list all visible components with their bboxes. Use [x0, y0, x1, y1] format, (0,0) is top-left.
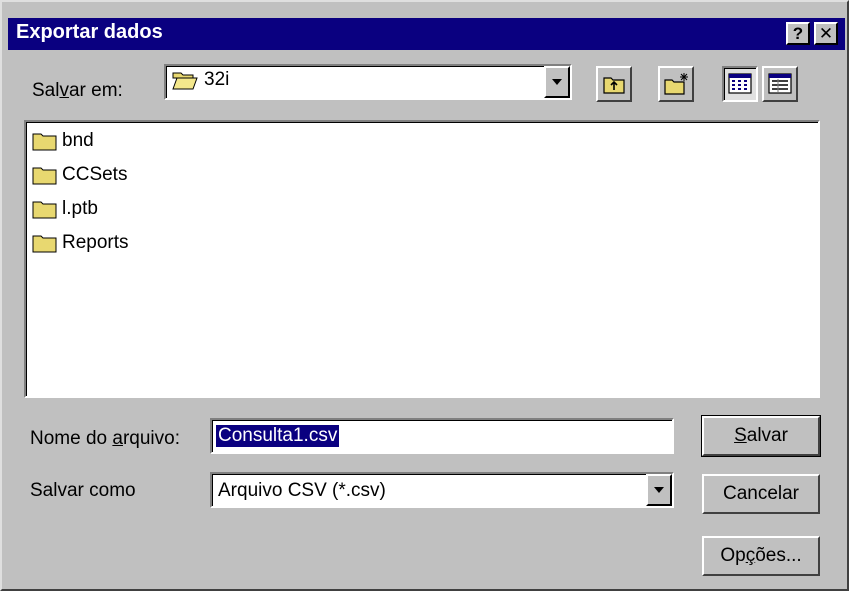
folder-icon — [32, 167, 57, 185]
save-in-label: Salvar em: — [32, 80, 123, 101]
up-one-level-button[interactable] — [596, 66, 632, 102]
file-name: l.ptb — [62, 198, 98, 219]
folder-icon — [32, 133, 57, 151]
create-new-folder-button[interactable] — [658, 66, 694, 102]
list-item[interactable]: CCSets — [32, 162, 127, 188]
list-item[interactable]: bnd — [32, 128, 94, 154]
title-bar[interactable]: Exportar dados ? ✕ — [8, 18, 845, 50]
save-as-type-label: Salvar como — [30, 480, 136, 501]
cancel-button[interactable]: Cancelar — [702, 474, 820, 514]
options-button[interactable]: Opções... — [702, 536, 820, 576]
save-button[interactable]: Salvar — [701, 415, 821, 457]
file-name: CCSets — [62, 164, 128, 185]
folder-icon — [32, 235, 57, 253]
folder-icon — [32, 201, 57, 219]
filename-input[interactable]: Consulta1.csv — [210, 418, 674, 454]
filename-label: Nome do arquivo: — [30, 428, 180, 449]
details-view-button[interactable] — [762, 66, 798, 102]
list-view-icon — [728, 73, 752, 94]
export-dialog: Exportar dados ? ✕ Salvar em: 32i bnd CC… — [0, 0, 849, 591]
save-as-type-dropdown-button[interactable] — [646, 474, 672, 506]
details-view-icon — [768, 73, 792, 94]
close-button[interactable]: ✕ — [814, 22, 838, 45]
window-title: Exportar dados — [16, 21, 163, 43]
list-item[interactable]: Reports — [32, 230, 129, 256]
new-folder-icon — [664, 73, 688, 95]
save-in-combobox[interactable]: 32i — [164, 64, 572, 100]
list-view-button[interactable] — [722, 66, 758, 102]
save-as-type-value: Arquivo CSV (*.csv) — [218, 480, 386, 501]
save-in-dropdown-button[interactable] — [544, 66, 570, 98]
help-button[interactable]: ? — [786, 22, 810, 45]
file-name: Reports — [62, 232, 129, 253]
filename-value: Consulta1.csv — [216, 425, 340, 447]
file-name: bnd — [62, 130, 94, 151]
up-folder-icon — [603, 77, 625, 94]
file-list[interactable]: bnd CCSets l.ptb Reports — [24, 120, 820, 398]
save-as-type-combobox[interactable]: Arquivo CSV (*.csv) — [210, 472, 674, 508]
list-item[interactable]: l.ptb — [32, 196, 98, 222]
open-folder-icon — [172, 72, 198, 90]
save-in-value: 32i — [204, 69, 230, 90]
